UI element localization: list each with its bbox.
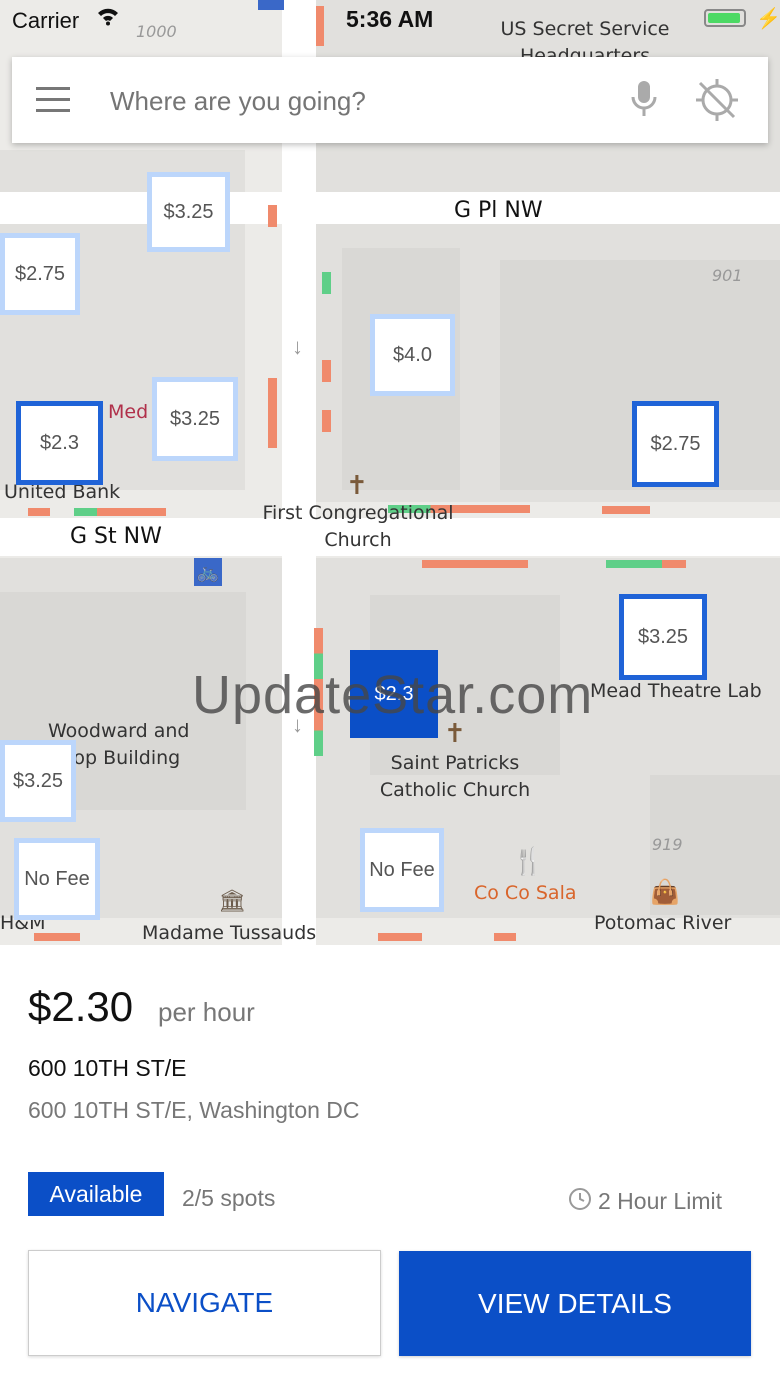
meter-marker xyxy=(378,933,422,941)
meter-marker xyxy=(602,506,650,514)
meter-marker xyxy=(606,560,686,568)
restaurant-icon: 🍴 xyxy=(512,846,545,876)
poi-label-lothrop: rop Building xyxy=(66,747,181,769)
price-unit: per hour xyxy=(158,997,255,1027)
clock-icon xyxy=(568,1187,592,1216)
parking-details-sheet: $2.30 per hour 600 10TH ST/E 600 10TH ST… xyxy=(0,945,780,1387)
view-details-button[interactable]: VIEW DETAILS xyxy=(399,1251,751,1356)
search-input[interactable] xyxy=(108,79,592,123)
time-limit: 2 Hour Limit xyxy=(598,1188,722,1214)
price-pin[interactable]: $4.0 xyxy=(370,314,455,396)
status-badge: Available xyxy=(28,1172,164,1216)
meter-marker xyxy=(494,933,516,941)
meter-marker xyxy=(322,410,331,432)
meter-marker xyxy=(268,205,277,227)
price-pin[interactable]: $2.3 xyxy=(16,401,103,485)
price-pin[interactable]: $2.75 xyxy=(0,233,80,315)
poi-label-madame-tussauds: Madame Tussauds xyxy=(142,922,317,944)
price-pin[interactable]: $3.25 xyxy=(619,594,707,680)
poi-label-cocosala: Co Co Sala xyxy=(474,882,577,904)
street-label-g-pl: G Pl NW xyxy=(454,198,543,223)
price-pin[interactable]: $2.75 xyxy=(632,401,719,487)
menu-icon[interactable] xyxy=(36,87,70,112)
microphone-icon[interactable] xyxy=(630,79,658,126)
street-label-g-st: G St NW xyxy=(70,524,162,549)
building-number: 901 xyxy=(712,266,743,285)
price-pin[interactable]: $3.25 xyxy=(0,740,76,822)
building-number: 919 xyxy=(652,835,683,854)
poi-label-med: Med xyxy=(108,401,149,423)
one-way-arrow-icon: ↓ xyxy=(292,334,303,359)
museum-icon: 🏛 xyxy=(218,888,246,913)
meter-marker xyxy=(28,508,50,516)
church-icon: ✝ xyxy=(346,470,368,500)
poi-label-saint-patricks: Saint Patricks Catholic Church xyxy=(379,752,531,801)
location-address: 600 10TH ST/E, Washington DC xyxy=(28,1097,360,1123)
carrier-label: Carrier xyxy=(12,8,80,33)
status-bar: Carrier 5:36 AM ⚡ xyxy=(0,0,780,40)
price-pin[interactable]: $3.25 xyxy=(147,172,230,252)
meter-marker xyxy=(268,378,277,448)
location-name: 600 10TH ST/E xyxy=(28,1055,187,1081)
charging-icon: ⚡ xyxy=(756,8,780,30)
price-pin[interactable]: No Fee xyxy=(14,838,100,920)
wifi-icon xyxy=(96,6,120,32)
meter-marker xyxy=(74,508,166,516)
price-pin[interactable]: $3.25 xyxy=(152,377,238,461)
meter-marker xyxy=(422,560,528,568)
price-pin[interactable]: No Fee xyxy=(360,828,444,912)
bike-share-icon: 🚲 xyxy=(194,558,222,586)
poi-label-first-congregational-church: First Congregational Church xyxy=(262,502,454,551)
navigate-button[interactable]: NAVIGATE xyxy=(28,1250,381,1356)
meter-marker xyxy=(322,360,331,382)
search-bar[interactable] xyxy=(12,57,768,143)
location-off-icon[interactable] xyxy=(694,77,740,128)
spots-count: 2/5 spots xyxy=(182,1185,276,1211)
battery-icon xyxy=(704,9,746,27)
meter-marker xyxy=(322,272,331,294)
watermark: UpdateStar.com xyxy=(192,665,594,725)
clock: 5:36 AM xyxy=(346,6,434,32)
poi-label-mead-theatre-lab: Mead Theatre Lab xyxy=(590,680,762,702)
shopping-icon: 👜 xyxy=(650,879,680,906)
price-value: $2.30 xyxy=(28,983,134,1030)
poi-label-potomac-river: Potomac River xyxy=(594,912,732,934)
road-g-pl xyxy=(0,192,780,224)
